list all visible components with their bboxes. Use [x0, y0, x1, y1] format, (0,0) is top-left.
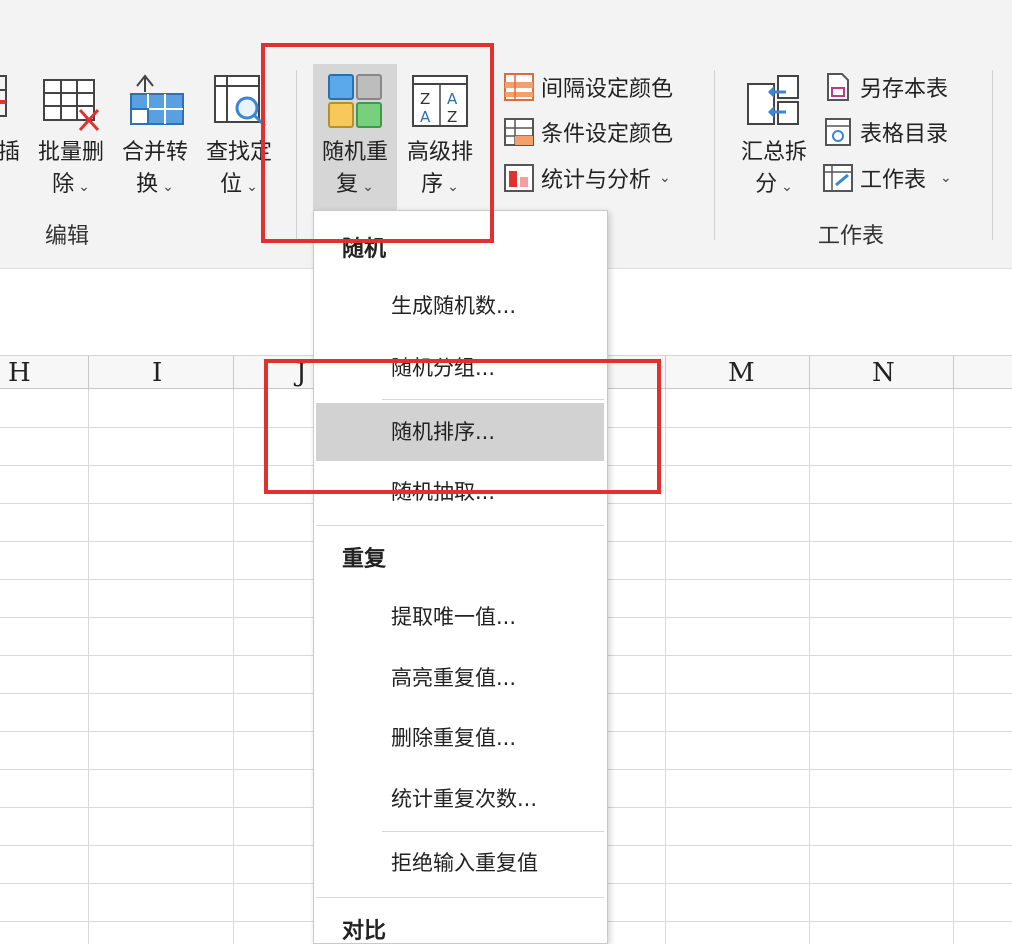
interval-color-label: 间隔设定颜色	[541, 77, 674, 102]
table-index-button[interactable]: 表格目录	[822, 114, 948, 150]
condition-color-button[interactable]: 条件设定颜色	[503, 114, 673, 150]
chevron-down-icon: ⌄	[659, 170, 671, 186]
menu-divider	[382, 831, 604, 832]
chevron-down-icon: ⌄	[78, 179, 90, 195]
annotation-box-menu-item	[264, 359, 661, 494]
stats-analysis-label: 统计与分析	[541, 168, 652, 193]
merge-convert-icon	[130, 74, 184, 125]
menu-item-count-duplicates[interactable]: 统计重复次数...	[316, 770, 604, 828]
batch-delete-label-1: 批量删	[37, 140, 104, 165]
table-index-label: 表格目录	[860, 122, 949, 147]
find-locate-label-2: 位	[220, 172, 243, 197]
menu-item-reject-duplicate-input[interactable]: 拒绝输入重复值	[316, 834, 604, 892]
batch-delete-label-2: 除	[52, 172, 75, 197]
annotation-box-ribbon	[261, 43, 494, 243]
menu-section-compare: 对比	[342, 919, 387, 944]
condition-color-label: 条件设定颜色	[541, 122, 674, 147]
merge-convert-label-2-wrap: 换 ⌄	[114, 170, 196, 202]
batch-delete-icon	[43, 79, 100, 132]
summary-split-label-1: 汇总拆	[740, 140, 807, 165]
chevron-down-icon: ⌄	[162, 179, 174, 195]
insert-tool[interactable]: 插 ⌄	[0, 72, 26, 202]
worksheet-label: 工作表	[860, 168, 927, 193]
batch-delete-button[interactable]: 批量删 除 ⌄	[30, 72, 112, 202]
menu-divider	[316, 897, 604, 898]
menu-item-extract-unique[interactable]: 提取唯一值...	[316, 588, 604, 646]
chevron-down-icon: ⌄	[781, 179, 793, 195]
insert-icon	[0, 75, 7, 117]
table-index-icon	[825, 118, 851, 146]
worksheet-button[interactable]: 工作表 ⌄	[822, 160, 952, 196]
condition-color-icon	[504, 118, 534, 146]
save-sheet-label: 另存本表	[860, 77, 949, 102]
menu-divider	[316, 525, 604, 526]
chevron-down-icon: ⌄	[940, 170, 952, 186]
interval-color-icon	[504, 73, 534, 101]
menu-section-repeat: 重复	[342, 547, 387, 572]
ribbon-separator	[714, 70, 715, 240]
interval-color-button[interactable]: 间隔设定颜色	[503, 69, 673, 105]
stats-analysis-icon	[504, 164, 534, 192]
random-repeat-dropdown-menu: 随机 生成随机数... 随机分组... 随机排序... 随机抽取... 重复 提…	[313, 210, 608, 944]
worksheet-icon	[823, 164, 853, 192]
batch-delete-label-2-wrap: 除 ⌄	[30, 170, 112, 202]
stats-analysis-button[interactable]: 统计与分析 ⌄	[503, 160, 671, 196]
menu-item-highlight-duplicates[interactable]: 高亮重复值...	[316, 649, 604, 707]
summary-split-label-2: 分	[755, 172, 778, 197]
save-sheet-button[interactable]: 另存本表	[822, 69, 948, 105]
insert-dropdown-chevron: ⌄	[0, 170, 26, 200]
menu-item-delete-duplicates[interactable]: 删除重复值...	[316, 709, 604, 767]
merge-convert-label-1: 合并转	[121, 140, 188, 165]
group-label-edit: 编辑	[45, 224, 90, 249]
merge-convert-button[interactable]: 合并转 换 ⌄	[114, 72, 196, 202]
merge-convert-label-2: 换	[136, 172, 159, 197]
ribbon-separator	[992, 70, 993, 240]
summary-split-button[interactable]: 汇总拆 分 ⌄	[732, 72, 816, 202]
summary-split-icon	[747, 75, 799, 125]
group-label-worksheet: 工作表	[818, 224, 885, 249]
save-sheet-icon	[827, 73, 849, 101]
summary-split-label-2-wrap: 分 ⌄	[732, 170, 816, 202]
chevron-down-icon: ⌄	[246, 179, 258, 195]
menu-item-generate-random[interactable]: 生成随机数...	[316, 277, 604, 335]
insert-label: 插	[0, 140, 21, 165]
